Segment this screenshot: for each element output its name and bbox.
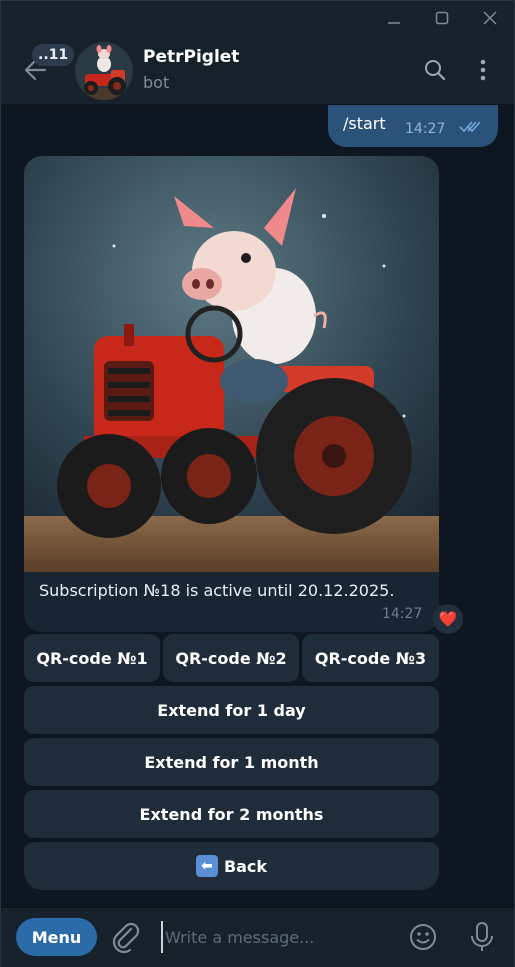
back-button-label: Back: [223, 856, 268, 876]
close-icon[interactable]: [466, 1, 514, 35]
qr-code-3-button[interactable]: QR-code №3: [302, 634, 439, 682]
extend-1-day-button[interactable]: Extend for 1 day: [24, 686, 439, 734]
avatar[interactable]: [75, 42, 133, 100]
message-text: /start: [343, 114, 386, 133]
message-photo[interactable]: [24, 156, 439, 572]
message-composer: Menu: [1, 907, 514, 967]
emoji-icon[interactable]: [406, 920, 440, 954]
incoming-photo-message[interactable]: Subscription №18 is active until 20.12.2…: [24, 156, 439, 632]
double-check-icon: [459, 119, 485, 138]
minimize-icon[interactable]: [370, 1, 418, 35]
unread-badge: ..11: [32, 44, 75, 66]
message-caption: Subscription №18 is active until 20.12.2…: [39, 581, 395, 600]
more-vertical-icon[interactable]: [468, 55, 498, 85]
extend-1-month-button[interactable]: Extend for 1 month: [24, 738, 439, 786]
outgoing-message[interactable]: /start 14:27: [328, 105, 498, 147]
back-button[interactable]: ⬅ Back: [24, 842, 439, 890]
chat-status: bot: [143, 73, 170, 92]
message-time: 14:27: [382, 606, 423, 622]
chat-header: ..11 PetrPiglet bot: [1, 35, 514, 105]
heart-reaction[interactable]: ❤️: [433, 604, 463, 634]
microphone-icon[interactable]: [465, 920, 499, 954]
extend-2-months-button[interactable]: Extend for 2 months: [24, 790, 439, 838]
heart-icon: ❤️: [438, 610, 458, 628]
window-titlebar: [1, 1, 514, 35]
qr-code-2-button[interactable]: QR-code №2: [163, 634, 299, 682]
search-icon[interactable]: [420, 55, 450, 85]
paperclip-icon[interactable]: [109, 920, 143, 954]
message-time: 14:27: [405, 121, 446, 137]
message-input[interactable]: [161, 921, 391, 953]
menu-button[interactable]: Menu: [16, 918, 97, 956]
left-arrow-icon: ⬅: [195, 855, 218, 877]
qr-code-1-button[interactable]: QR-code №1: [24, 634, 160, 682]
maximize-icon[interactable]: [418, 1, 466, 35]
chat-title[interactable]: PetrPiglet: [143, 47, 239, 67]
telegram-window: ..11 PetrPiglet bot /start 14:27 Subscri…: [0, 0, 515, 967]
